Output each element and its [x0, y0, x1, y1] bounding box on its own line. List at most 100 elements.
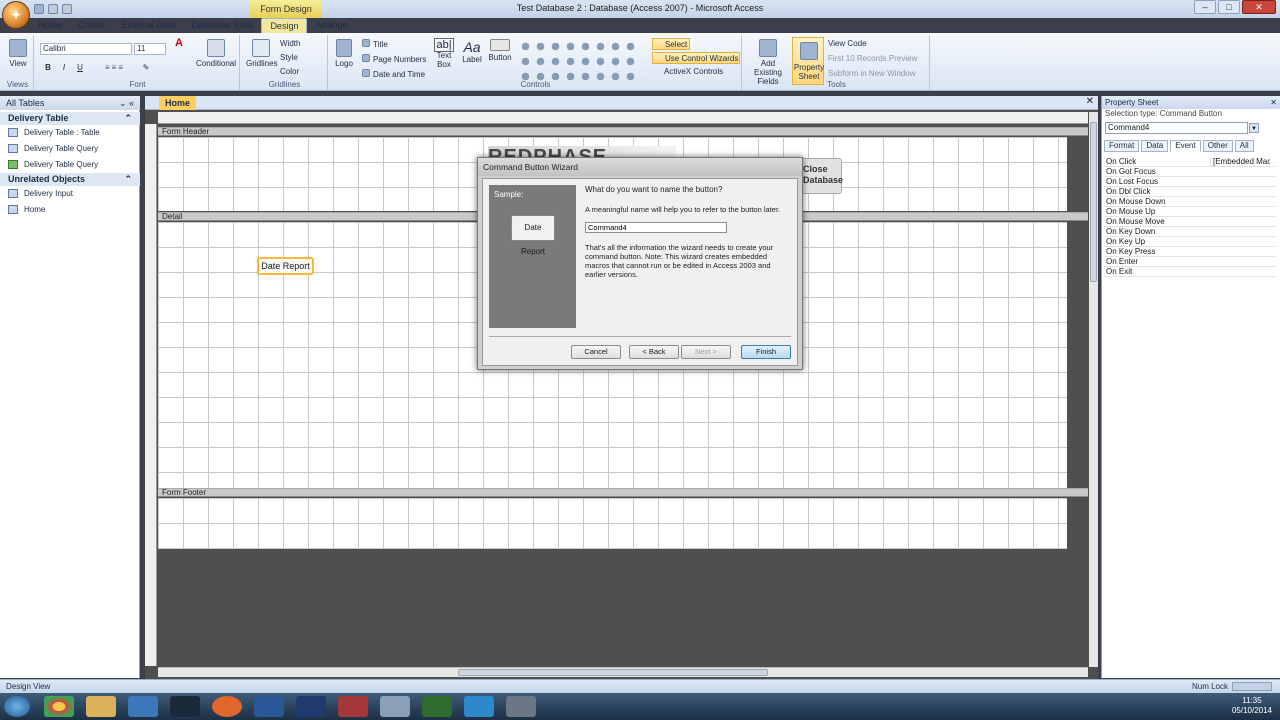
collapse-icon[interactable]: ⌃	[124, 112, 132, 125]
selection-combo[interactable]: Command4 ▼	[1105, 122, 1259, 134]
property-row[interactable]: On Got Focus	[1104, 167, 1276, 177]
tab-create[interactable]: Create	[70, 18, 113, 33]
tab-arrange[interactable]: Arrange	[307, 18, 355, 33]
font-color-icon[interactable]: A	[172, 37, 186, 53]
ps-tab-format[interactable]: Format	[1104, 140, 1140, 152]
subform-new-window-button[interactable]: Subform in New Window	[828, 69, 916, 78]
nav-item-delivery-query-2[interactable]: Delivery Table Query	[8, 158, 98, 172]
ps-tab-other[interactable]: Other	[1202, 140, 1233, 152]
gridline-style-button[interactable]: Style	[280, 53, 298, 62]
close-document-icon[interactable]: ✕	[1086, 96, 1094, 107]
page-numbers-button[interactable]: Page Numbers	[362, 54, 426, 64]
explorer-icon[interactable]	[86, 696, 116, 717]
nav-header[interactable]: All Tables ⌄ «	[0, 96, 140, 110]
origin-icon[interactable]	[212, 696, 242, 717]
minimize-button[interactable]: –	[1194, 0, 1216, 14]
date-time-button[interactable]: Date and Time	[362, 69, 425, 79]
property-row[interactable]: On Exit	[1104, 267, 1276, 277]
property-row[interactable]: On Key Down	[1104, 227, 1276, 237]
gridlines-button[interactable]: Gridlines	[246, 39, 278, 68]
vertical-scrollbar[interactable]	[1089, 112, 1098, 667]
media-player-icon[interactable]	[128, 696, 158, 717]
tab-design[interactable]: Design	[261, 18, 308, 33]
underline-button[interactable]: U	[74, 63, 86, 72]
date-report-button[interactable]: Date Report	[257, 257, 314, 275]
view-code-button[interactable]: View Code	[828, 39, 867, 48]
next-button[interactable]: Next >	[681, 345, 731, 359]
select-button[interactable]: Select	[652, 38, 690, 50]
gridline-color-button[interactable]: Color	[280, 67, 299, 76]
activex-controls-button[interactable]: ActiveX Controls	[664, 67, 723, 76]
logo-button[interactable]: Logo	[332, 39, 356, 68]
button-name-field[interactable]	[585, 222, 727, 233]
conditional-button[interactable]: Conditional	[194, 39, 238, 68]
word-icon[interactable]	[254, 696, 284, 717]
use-control-wizards-button[interactable]: Use Control Wizards	[652, 52, 740, 64]
format-painter-icon[interactable]: ✎	[140, 63, 152, 72]
document-tab-home[interactable]: Home	[159, 96, 197, 110]
nav-item-delivery-table[interactable]: Delivery Table : Table	[8, 126, 100, 140]
cancel-button[interactable]: Cancel	[571, 345, 621, 359]
align-buttons-icon[interactable]: ≡≡≡	[92, 63, 138, 72]
nav-item-delivery-query-1[interactable]: Delivery Table Query	[8, 142, 98, 156]
close-icon[interactable]: ✕	[1270, 96, 1277, 109]
redo-icon[interactable]	[62, 4, 72, 14]
finish-button[interactable]: Finish	[741, 345, 791, 359]
maximize-button[interactable]: □	[1218, 0, 1240, 14]
nav-group-delivery-table[interactable]: Delivery Table ⌃	[0, 112, 140, 125]
font-family-select[interactable]: Calibri	[40, 43, 132, 55]
ps-tab-event[interactable]: Event	[1170, 140, 1201, 152]
close-window-button[interactable]: ✕	[1242, 0, 1276, 14]
property-row[interactable]: On Lost Focus	[1104, 177, 1276, 187]
chevron-down-icon[interactable]: ⌄ «	[119, 96, 134, 110]
first-ten-records-button[interactable]: First 10 Records Preview	[828, 54, 917, 63]
view-button[interactable]: View	[6, 39, 30, 68]
nav-item-home[interactable]: Home	[8, 203, 45, 217]
horizontal-scrollbar[interactable]	[158, 667, 1088, 677]
scroll-thumb[interactable]	[458, 669, 768, 676]
tab-home[interactable]: Home	[30, 18, 70, 33]
property-value[interactable]: [Embedded Macro]	[1210, 157, 1270, 167]
start-button[interactable]	[4, 696, 30, 717]
property-row[interactable]: On Key Up	[1104, 237, 1276, 247]
controls-gallery[interactable]	[518, 39, 642, 83]
property-row[interactable]: On Mouse Up	[1104, 207, 1276, 217]
property-sheet-button[interactable]: Property Sheet	[792, 37, 824, 85]
property-row[interactable]: On Mouse Move	[1104, 217, 1276, 227]
office-button[interactable]: ✦	[2, 1, 30, 29]
uplay-icon[interactable]	[464, 696, 494, 717]
chrome-icon[interactable]	[44, 696, 74, 717]
nav-group-unrelated-objects[interactable]: Unrelated Objects ⌃	[0, 173, 140, 186]
gridline-width-button[interactable]: Width	[280, 39, 300, 48]
quick-access-toolbar[interactable]	[34, 2, 104, 16]
button-button[interactable]: Button	[486, 39, 514, 62]
nav-item-delivery-input[interactable]: Delivery Input	[8, 187, 73, 201]
italic-button[interactable]: I	[58, 63, 70, 72]
form-footer-bar[interactable]: Form Footer	[158, 488, 1088, 497]
form-footer-section[interactable]	[158, 498, 1067, 549]
form-header-bar[interactable]: Form Header	[158, 127, 1088, 136]
ps-tab-all[interactable]: All	[1234, 140, 1254, 152]
chevron-down-icon[interactable]: ▼	[1249, 123, 1259, 133]
add-existing-fields-button[interactable]: Add Existing Fields	[746, 39, 790, 86]
property-row[interactable]: On Enter	[1104, 257, 1276, 267]
back-button[interactable]: < Back	[629, 345, 679, 359]
app-icon[interactable]	[422, 696, 452, 717]
task-manager-icon[interactable]	[506, 696, 536, 717]
property-row[interactable]: On Mouse Down	[1104, 197, 1276, 207]
save-icon[interactable]	[34, 4, 44, 14]
property-row[interactable]: On Click [Embedded Macro]	[1104, 157, 1276, 167]
steam-icon[interactable]	[170, 696, 200, 717]
tab-database-tools[interactable]: Database Tools	[184, 18, 262, 33]
view-switcher-icons[interactable]	[1232, 682, 1272, 691]
label-button[interactable]: Aa Label	[460, 39, 484, 64]
title-button[interactable]: Title	[362, 39, 388, 49]
access-icon[interactable]	[338, 696, 368, 717]
clock[interactable]: 11:35 05/10/2014	[1232, 696, 1272, 716]
property-row[interactable]: On Key Press	[1104, 247, 1276, 257]
undo-icon[interactable]	[48, 4, 58, 14]
tab-external-data[interactable]: External Data	[113, 18, 184, 33]
property-row[interactable]: On Dbl Click	[1104, 187, 1276, 197]
photoshop-icon[interactable]	[296, 696, 326, 717]
bold-button[interactable]: B	[42, 63, 54, 72]
